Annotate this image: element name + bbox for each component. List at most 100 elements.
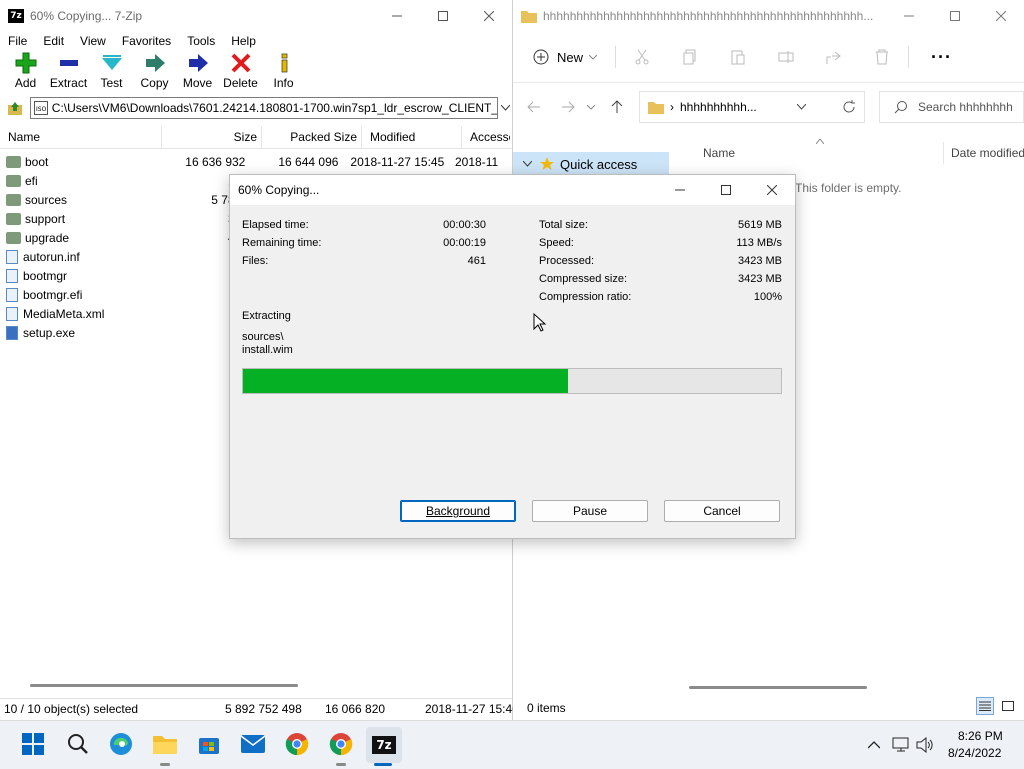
- address-bar: ISO C:\Users\VM6\Downloads\7601.24214.18…: [0, 96, 512, 120]
- extract-icon: [59, 60, 78, 66]
- paste-icon[interactable]: [730, 49, 746, 65]
- minimize-button[interactable]: [886, 0, 932, 32]
- status-selected: 10 / 10 object(s) selected: [4, 702, 139, 716]
- close-button[interactable]: [978, 0, 1024, 32]
- col-date-modified[interactable]: Date modified: [951, 146, 1024, 160]
- menu-tools[interactable]: Tools: [179, 34, 223, 48]
- up-folder-button[interactable]: [6, 99, 24, 117]
- status-modified: 2018-11-27 15:46: [425, 702, 519, 716]
- col-packed-size[interactable]: Packed Size: [262, 126, 362, 148]
- network-icon[interactable]: [892, 737, 910, 753]
- add-button[interactable]: Add: [4, 50, 47, 90]
- sevenzip-icon: 7z: [372, 736, 396, 754]
- chrome-button-2[interactable]: [328, 731, 354, 757]
- test-button[interactable]: Test: [90, 50, 133, 90]
- mail-button[interactable]: [240, 731, 266, 757]
- rename-icon[interactable]: [778, 49, 794, 65]
- maximize-button[interactable]: [932, 0, 978, 32]
- compression-ratio-label: Compression ratio:: [539, 291, 632, 303]
- file-name: bootmgr: [23, 268, 68, 283]
- close-button[interactable]: [466, 0, 512, 32]
- forward-arrow-icon[interactable]: [561, 101, 575, 113]
- test-label: Test: [100, 76, 123, 90]
- file-explorer-button[interactable]: [152, 731, 178, 757]
- background-button[interactable]: Background: [400, 500, 516, 522]
- folder-icon: [6, 155, 21, 168]
- chevron-down-icon: [523, 161, 532, 167]
- recent-dropdown-icon[interactable]: [587, 104, 595, 110]
- pause-button[interactable]: Pause: [532, 500, 648, 522]
- folder-icon: [6, 174, 21, 187]
- menu-edit[interactable]: Edit: [35, 34, 72, 48]
- col-name[interactable]: Name: [0, 126, 162, 148]
- maximize-button[interactable]: [420, 0, 466, 32]
- start-button[interactable]: [20, 731, 46, 757]
- file-icon: [6, 287, 18, 302]
- extract-button[interactable]: Extract: [47, 50, 90, 90]
- file-name: sources: [25, 192, 68, 207]
- horizontal-scrollbar[interactable]: [30, 684, 298, 687]
- sevenzip-taskbar-button[interactable]: 7z: [366, 727, 402, 763]
- trash-icon[interactable]: [874, 49, 890, 65]
- active-indicator: [374, 763, 392, 766]
- file-name: efi: [25, 173, 38, 188]
- window-title: 60% Copying... 7-Zip: [30, 9, 143, 23]
- edge-button[interactable]: [108, 731, 134, 757]
- copy-icon[interactable]: [682, 49, 698, 65]
- dialog-minimize-button[interactable]: [657, 174, 703, 206]
- chevron-up-icon[interactable]: [868, 741, 880, 749]
- menu-file[interactable]: File: [0, 34, 35, 48]
- dialog-maximize-button[interactable]: [703, 174, 749, 206]
- horizontal-scrollbar[interactable]: [689, 686, 867, 689]
- breadcrumb[interactable]: › hhhhhhhhhh...: [639, 91, 865, 123]
- clock-time[interactable]: 8:26 PM: [958, 729, 1003, 743]
- minimize-button[interactable]: [374, 0, 420, 32]
- mail-icon: [241, 735, 265, 753]
- status-bar: 10 / 10 object(s) selected 5 892 752 498…: [0, 698, 519, 719]
- total-size-value: 5619 MB: [737, 219, 782, 231]
- move-button[interactable]: Move: [176, 50, 219, 90]
- col-name[interactable]: Name: [703, 146, 735, 160]
- show-desktop-button[interactable]: [1018, 721, 1020, 767]
- new-button[interactable]: New: [533, 49, 598, 65]
- nav-pane-quick-access[interactable]: Quick access: [513, 152, 669, 176]
- menu-help[interactable]: Help: [223, 34, 264, 48]
- path-dropdown-button[interactable]: [498, 105, 512, 111]
- refresh-icon[interactable]: [842, 100, 856, 114]
- chevron-down-icon[interactable]: [797, 104, 806, 110]
- info-button[interactable]: Info: [262, 50, 305, 90]
- cancel-button[interactable]: Cancel: [664, 500, 780, 522]
- back-arrow-icon[interactable]: [527, 101, 541, 113]
- menu-view[interactable]: View: [72, 34, 114, 48]
- clock-date[interactable]: 8/24/2022: [948, 746, 1001, 760]
- tiles-view-button[interactable]: [999, 697, 1017, 715]
- more-options-icon[interactable]: ···: [931, 47, 952, 68]
- pause-button-label: Pause: [572, 504, 608, 518]
- path-field[interactable]: ISO C:\Users\VM6\Downloads\7601.24214.18…: [29, 97, 499, 119]
- volume-icon[interactable]: [916, 737, 934, 753]
- dialog-titlebar: 60% Copying...: [230, 175, 795, 205]
- search-button[interactable]: [64, 731, 90, 757]
- status-size: 5 892 752 498: [225, 702, 302, 716]
- details-view-button[interactable]: [976, 697, 994, 715]
- up-arrow-icon[interactable]: [611, 100, 623, 114]
- store-button[interactable]: [196, 731, 222, 757]
- delete-label: Delete: [223, 76, 258, 90]
- menu-favorites[interactable]: Favorites: [114, 34, 179, 48]
- move-icon: [188, 54, 208, 72]
- separator: [908, 46, 910, 68]
- share-icon[interactable]: [826, 49, 842, 65]
- search-box[interactable]: Search hhhhhhhh: [879, 91, 1024, 123]
- path-text: C:\Users\VM6\Downloads\7601.24214.180801…: [51, 101, 499, 115]
- files-value: 461: [467, 255, 486, 267]
- dialog-close-button[interactable]: [749, 174, 795, 206]
- col-modified[interactable]: Modified: [362, 126, 462, 148]
- delete-button[interactable]: Delete: [219, 50, 262, 90]
- col-accessed[interactable]: Accesse: [462, 126, 510, 148]
- cut-icon[interactable]: [634, 49, 650, 65]
- col-size[interactable]: Size: [162, 126, 262, 148]
- chrome-button[interactable]: [284, 731, 310, 757]
- list-item[interactable]: boot 16 636 932 16 644 096 2018-11-27 15:45…: [0, 152, 512, 171]
- navigation-bar: › hhhhhhhhhh... Search hhhhhhhh: [513, 83, 1024, 131]
- copy-button[interactable]: Copy: [133, 50, 176, 90]
